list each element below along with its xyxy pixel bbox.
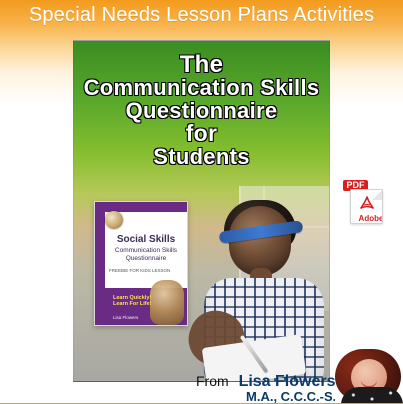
header-title: Special Needs Lesson Plans Activities: [28, 4, 375, 26]
book-left-strip: [95, 202, 105, 325]
pdf-brand: Adobe: [358, 214, 383, 223]
author-name: Lisa Flowers: [238, 373, 336, 390]
book-learn-line-2: Learn For Life!: [113, 301, 152, 307]
book-cover: Social Skills Communication Skills Quest…: [94, 201, 188, 326]
book-badge-icon: [105, 211, 123, 229]
poster-title-line-5: Students: [153, 144, 250, 169]
poster-title-line-1: The: [179, 51, 224, 78]
poster-title-line-2: Communication Skills: [83, 75, 320, 100]
book-title: Social Skills: [116, 234, 176, 245]
poster-title: The Communication Skills Questionnaire f…: [74, 51, 329, 169]
book-small-text: FREEBIE FOR KIDS LESSON: [109, 268, 171, 273]
book-subtitle-line-1: Communication Skills: [114, 247, 178, 254]
book-subtitle-line-2: Questionnaire: [125, 255, 167, 262]
product-poster: The Communication Skills Questionnaire f…: [73, 40, 330, 382]
pdf-badge: PDF Adobe: [343, 180, 383, 224]
poster-title-line-4: for: [185, 120, 218, 146]
from-label: From: [196, 373, 229, 389]
book-author: Lisa Flowers: [113, 315, 139, 320]
student-photo: [181, 200, 329, 381]
book-subtitle: Communication Skills Questionnaire: [107, 247, 185, 263]
adobe-icon: [360, 196, 374, 209]
author-avatar-shirt: [341, 387, 403, 403]
book-top-band: [95, 202, 187, 212]
pdf-icon: Adobe: [350, 189, 383, 224]
poster-title-line-3: Questionnaire: [125, 98, 278, 123]
author-avatar: [335, 343, 403, 403]
book-learn-text: Learn Quickly! Learn For Life!: [113, 295, 153, 307]
